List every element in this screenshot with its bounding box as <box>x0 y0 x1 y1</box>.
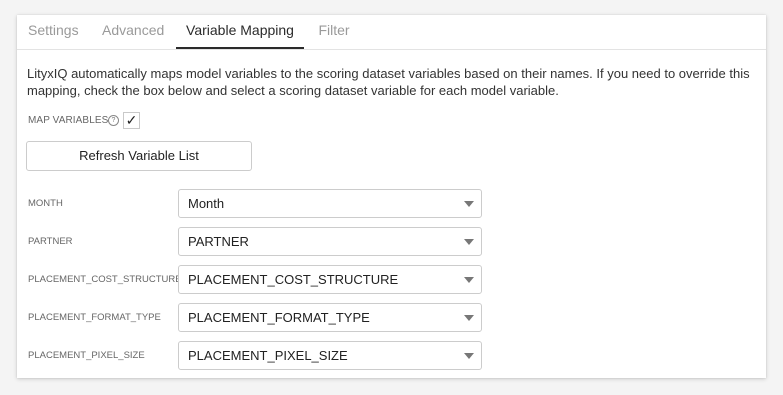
select-value: PARTNER <box>188 234 249 249</box>
variable-select-month[interactable]: Month <box>178 189 482 218</box>
select-value: PLACEMENT_PIXEL_SIZE <box>188 348 348 363</box>
mapping-description: LityxIQ automatically maps model variabl… <box>27 66 750 98</box>
chevron-down-icon <box>464 201 474 207</box>
tab-variable-mapping[interactable]: Variable Mapping <box>176 15 304 49</box>
select-value: Month <box>188 196 225 211</box>
select-value: PLACEMENT_COST_STRUCTURE <box>188 272 399 287</box>
variable-select-placement-pixel-size[interactable]: PLACEMENT_PIXEL_SIZE <box>178 341 482 370</box>
variable-label-placement-pixel-size: PLACEMENT_PIXEL_SIZE <box>28 350 145 361</box>
map-variables-checkbox[interactable]: ✓ <box>123 112 140 129</box>
variable-select-placement-format-type[interactable]: PLACEMENT_FORMAT_TYPE <box>178 303 482 332</box>
variable-mapping-panel: Settings Advanced Variable Mapping Filte… <box>17 15 766 378</box>
chevron-down-icon <box>464 277 474 283</box>
variable-label-partner: PARTNER <box>28 236 73 247</box>
chevron-down-icon <box>464 239 474 245</box>
tab-bar: Settings Advanced Variable Mapping Filte… <box>17 15 766 50</box>
map-variables-label: MAP VARIABLES <box>28 115 109 126</box>
variable-select-partner[interactable]: PARTNER <box>178 227 482 256</box>
tab-advanced[interactable]: Advanced <box>102 15 164 49</box>
chevron-down-icon <box>464 315 474 321</box>
variable-label-placement-format-type: PLACEMENT_FORMAT_TYPE <box>28 312 161 323</box>
tab-filter[interactable]: Filter <box>317 15 351 49</box>
tab-settings[interactable]: Settings <box>28 15 79 49</box>
variable-label-placement-cost-structure: PLACEMENT_COST_STRUCTURE <box>28 274 182 285</box>
refresh-variable-list-button[interactable]: Refresh Variable List <box>26 141 252 171</box>
select-value: PLACEMENT_FORMAT_TYPE <box>188 310 370 325</box>
variable-select-placement-cost-structure[interactable]: PLACEMENT_COST_STRUCTURE <box>178 265 482 294</box>
chevron-down-icon <box>464 353 474 359</box>
variable-label-month: MONTH <box>28 198 63 209</box>
help-icon[interactable]: ? <box>108 115 119 126</box>
